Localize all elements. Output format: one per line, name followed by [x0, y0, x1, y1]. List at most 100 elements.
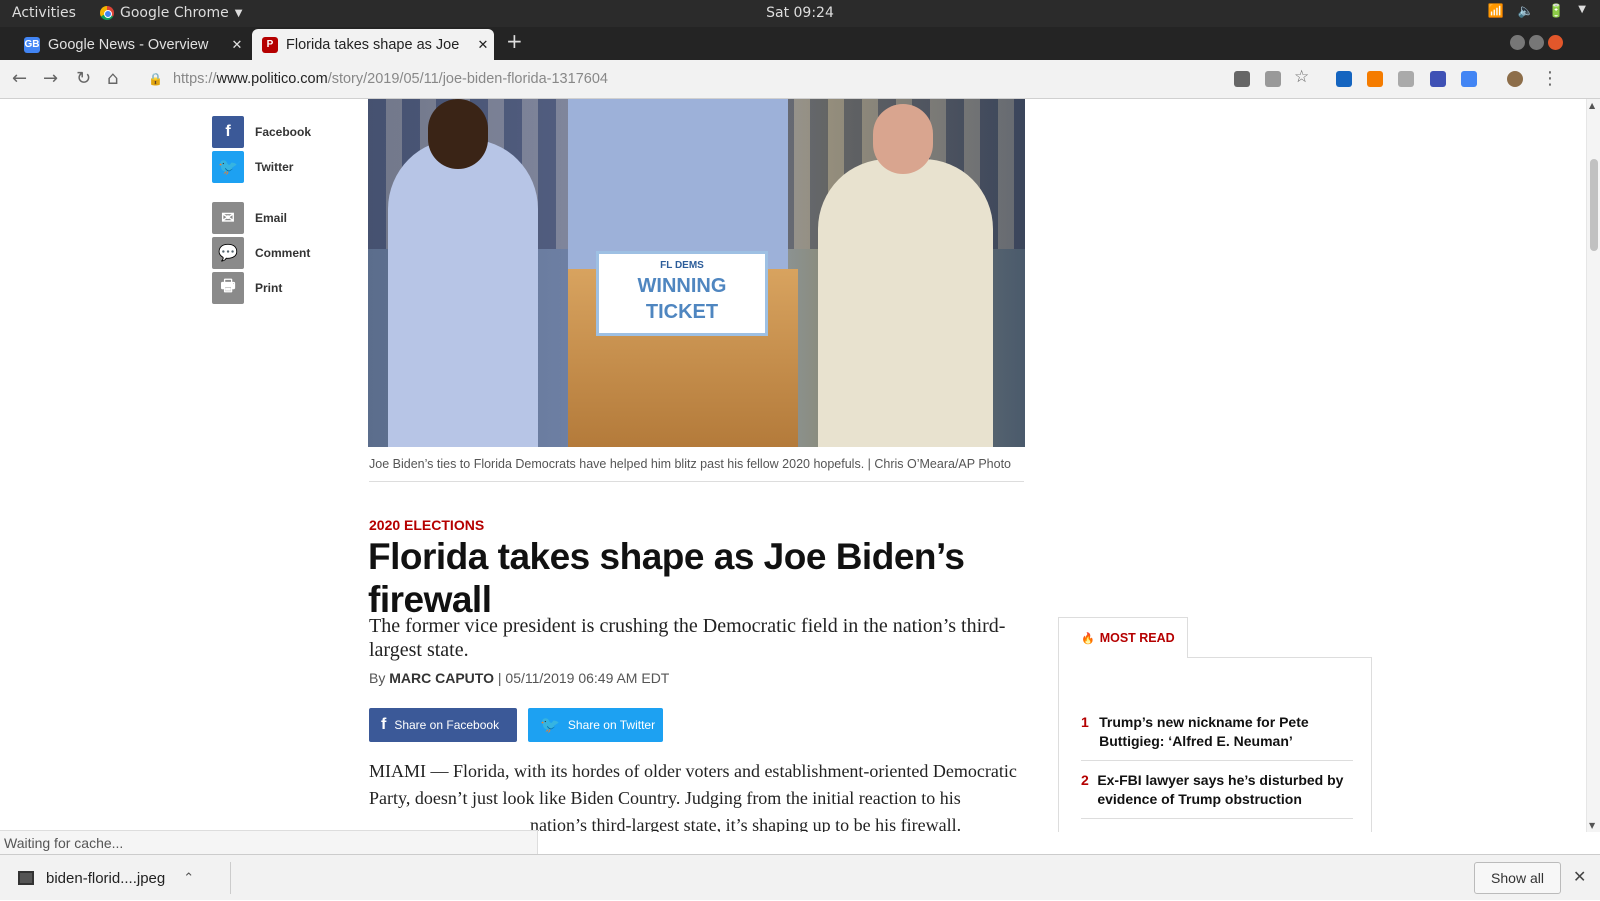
- article-headline: Florida takes shape as Joe Biden’s firew…: [368, 536, 965, 620]
- back-button[interactable]: ←: [12, 68, 27, 89]
- section-kicker[interactable]: 2020 ELECTIONS: [369, 517, 484, 533]
- share-rail-print[interactable]: 🖶 Print: [212, 272, 282, 304]
- tab-strip: GB Google News - Overview ✕ P Florida ta…: [0, 27, 1600, 60]
- url-path: /story/2019/05/11/joe-biden-florida-1317…: [327, 71, 608, 87]
- download-item[interactable]: biden-florid....jpeg ⌃: [18, 855, 194, 901]
- battery-icon: 🔋: [1548, 4, 1565, 19]
- most-read-heading: MOST READ: [1099, 631, 1175, 645]
- flame-icon: 🔥: [1081, 632, 1095, 645]
- facebook-icon: f: [212, 116, 244, 148]
- person-right: [818, 104, 993, 447]
- publish-date: | 05/11/2019 06:49 AM EDT: [497, 670, 670, 686]
- share-rail-email[interactable]: ✉ Email: [212, 202, 287, 234]
- share-rail-label: Facebook: [255, 125, 312, 139]
- scroll-up-arrow-icon[interactable]: ▲: [1589, 101, 1595, 110]
- extension-icon[interactable]: [1398, 71, 1414, 87]
- share-on-facebook-button[interactable]: f Share on Facebook: [369, 708, 517, 742]
- translate-icon[interactable]: [1461, 71, 1477, 87]
- comment-icon: 💬: [212, 237, 244, 269]
- rss-feed-icon[interactable]: [1367, 71, 1383, 87]
- most-read-item[interactable]: 2 Ex-FBI lawyer says he’s disturbed by e…: [1081, 771, 1353, 819]
- item-title[interactable]: Trump’s new nickname for Pete Buttigieg:…: [1099, 713, 1353, 751]
- extension-icon[interactable]: [1336, 71, 1352, 87]
- file-icon: [18, 871, 34, 885]
- download-shelf: biden-florid....jpeg ⌃ Show all ✕: [0, 854, 1600, 900]
- share-rail-facebook[interactable]: f Facebook: [212, 116, 311, 148]
- url-host: www.politico.com: [216, 71, 328, 87]
- most-read-item[interactable]: 1 Trump’s new nickname for Pete Buttigie…: [1081, 713, 1353, 761]
- scroll-down-arrow-icon[interactable]: ▼: [1589, 821, 1595, 830]
- body-line: nation’s third-largest state, it’s shapi…: [530, 815, 962, 832]
- tab-google-news[interactable]: GB Google News - Overview ✕: [14, 29, 248, 60]
- activities-button[interactable]: Activities: [12, 5, 76, 21]
- item-number: 1: [1081, 714, 1089, 730]
- share-rail-label: Comment: [255, 246, 311, 260]
- twitter-icon: 🐦: [540, 717, 560, 734]
- dropdown-arrow-icon: ▼: [1578, 4, 1586, 15]
- chrome-logo-icon: [100, 6, 114, 20]
- close-window-button[interactable]: [1548, 35, 1563, 50]
- status-bubble: Waiting for cache...: [0, 830, 538, 854]
- author-link[interactable]: MARC CAPUTO: [389, 670, 494, 686]
- avatar[interactable]: [1507, 71, 1523, 87]
- system-tray[interactable]: 📶 🔈 🔋 ▼: [1488, 4, 1586, 19]
- byline: By MARC CAPUTO | 05/11/2019 06:49 AM EDT: [369, 670, 669, 686]
- item-number: 2: [1081, 772, 1089, 788]
- download-filename: biden-florid....jpeg: [46, 869, 166, 887]
- most-read-tab[interactable]: 🔥 MOST READ: [1058, 617, 1188, 658]
- dropdown-arrow-icon: ▼: [234, 7, 243, 19]
- facebook-icon: f: [381, 716, 387, 733]
- share-rail-label: Email: [255, 211, 288, 225]
- hero-photo[interactable]: FL DEMS WINNING TICKET: [368, 99, 1025, 447]
- close-tab-icon[interactable]: ✕: [226, 37, 248, 53]
- scrollbar-thumb[interactable]: [1590, 159, 1598, 251]
- home-button[interactable]: ⌂: [107, 68, 118, 89]
- close-tab-icon[interactable]: ✕: [472, 37, 494, 53]
- podium-sign: FL DEMS WINNING TICKET: [596, 251, 768, 336]
- lock-icon[interactable]: 🔒: [148, 72, 163, 86]
- forward-button[interactable]: →: [43, 68, 58, 89]
- wifi-icon: 📶: [1487, 4, 1504, 19]
- web-page: f Facebook 🐦 Twitter ✉ Email 💬 Comment 🖶…: [0, 99, 1586, 832]
- tab-title: Florida takes shape as Joe: [286, 36, 460, 53]
- share-rail-twitter[interactable]: 🐦 Twitter: [212, 151, 293, 183]
- volume-icon: 🔈: [1517, 4, 1535, 19]
- new-tab-button[interactable]: +: [506, 29, 523, 53]
- reload-button[interactable]: ↻: [76, 68, 91, 89]
- bookmark-star-icon[interactable]: ☆: [1294, 67, 1309, 87]
- extension-icon[interactable]: [1234, 71, 1250, 87]
- app-menu[interactable]: Google Chrome ▼: [100, 5, 242, 21]
- maximize-window-button[interactable]: [1529, 35, 1544, 50]
- app-name: Google Chrome: [120, 5, 229, 21]
- person-left: [388, 99, 538, 447]
- divider: [230, 862, 231, 894]
- body-line: MIAMI — Florida, with its hordes of olde…: [369, 761, 1017, 781]
- tab-politico-article[interactable]: P Florida takes shape as Joe ✕: [252, 29, 494, 60]
- button-label: Share on Facebook: [394, 718, 500, 732]
- body-line: Party, doesn’t just look like Biden Coun…: [369, 788, 961, 808]
- share-rail-comment[interactable]: 💬 Comment: [212, 237, 310, 269]
- tab-title: Google News - Overview: [48, 36, 209, 53]
- show-all-downloads-button[interactable]: Show all: [1474, 862, 1561, 894]
- button-label: Share on Twitter: [567, 718, 656, 732]
- share-rail-label: Print: [255, 281, 283, 295]
- email-icon: ✉: [212, 202, 244, 234]
- share-rail-label: Twitter: [255, 160, 294, 174]
- system-top-bar: Activities Google Chrome ▼ Sat 09:24 📶 🔈…: [0, 0, 1600, 27]
- address-bar[interactable]: 🔒 https:// www.politico.com /story/2019/…: [148, 65, 1238, 93]
- chevron-up-icon[interactable]: ⌃: [183, 870, 194, 886]
- extension-icon[interactable]: [1265, 71, 1281, 87]
- close-download-shelf-icon[interactable]: ✕: [1573, 867, 1586, 886]
- print-icon: 🖶: [212, 272, 244, 304]
- page-scrollbar[interactable]: ▲ ▼: [1586, 99, 1600, 832]
- item-title[interactable]: Ex-FBI lawyer says he’s disturbed by evi…: [1097, 771, 1353, 809]
- share-on-twitter-button[interactable]: 🐦 Share on Twitter: [528, 708, 663, 742]
- browser-toolbar: ← → ↻ ⌂ 🔒 https:// www.politico.com /sto…: [0, 60, 1600, 99]
- camera-icon[interactable]: [1430, 71, 1446, 87]
- politico-favicon-icon: P: [262, 36, 278, 53]
- twitter-icon: 🐦: [212, 151, 244, 183]
- menu-kebab-icon[interactable]: ⋮: [1541, 68, 1559, 89]
- byline-prefix: By: [369, 670, 386, 686]
- minimize-window-button[interactable]: [1510, 35, 1525, 50]
- google-news-favicon-icon: GB: [24, 36, 40, 53]
